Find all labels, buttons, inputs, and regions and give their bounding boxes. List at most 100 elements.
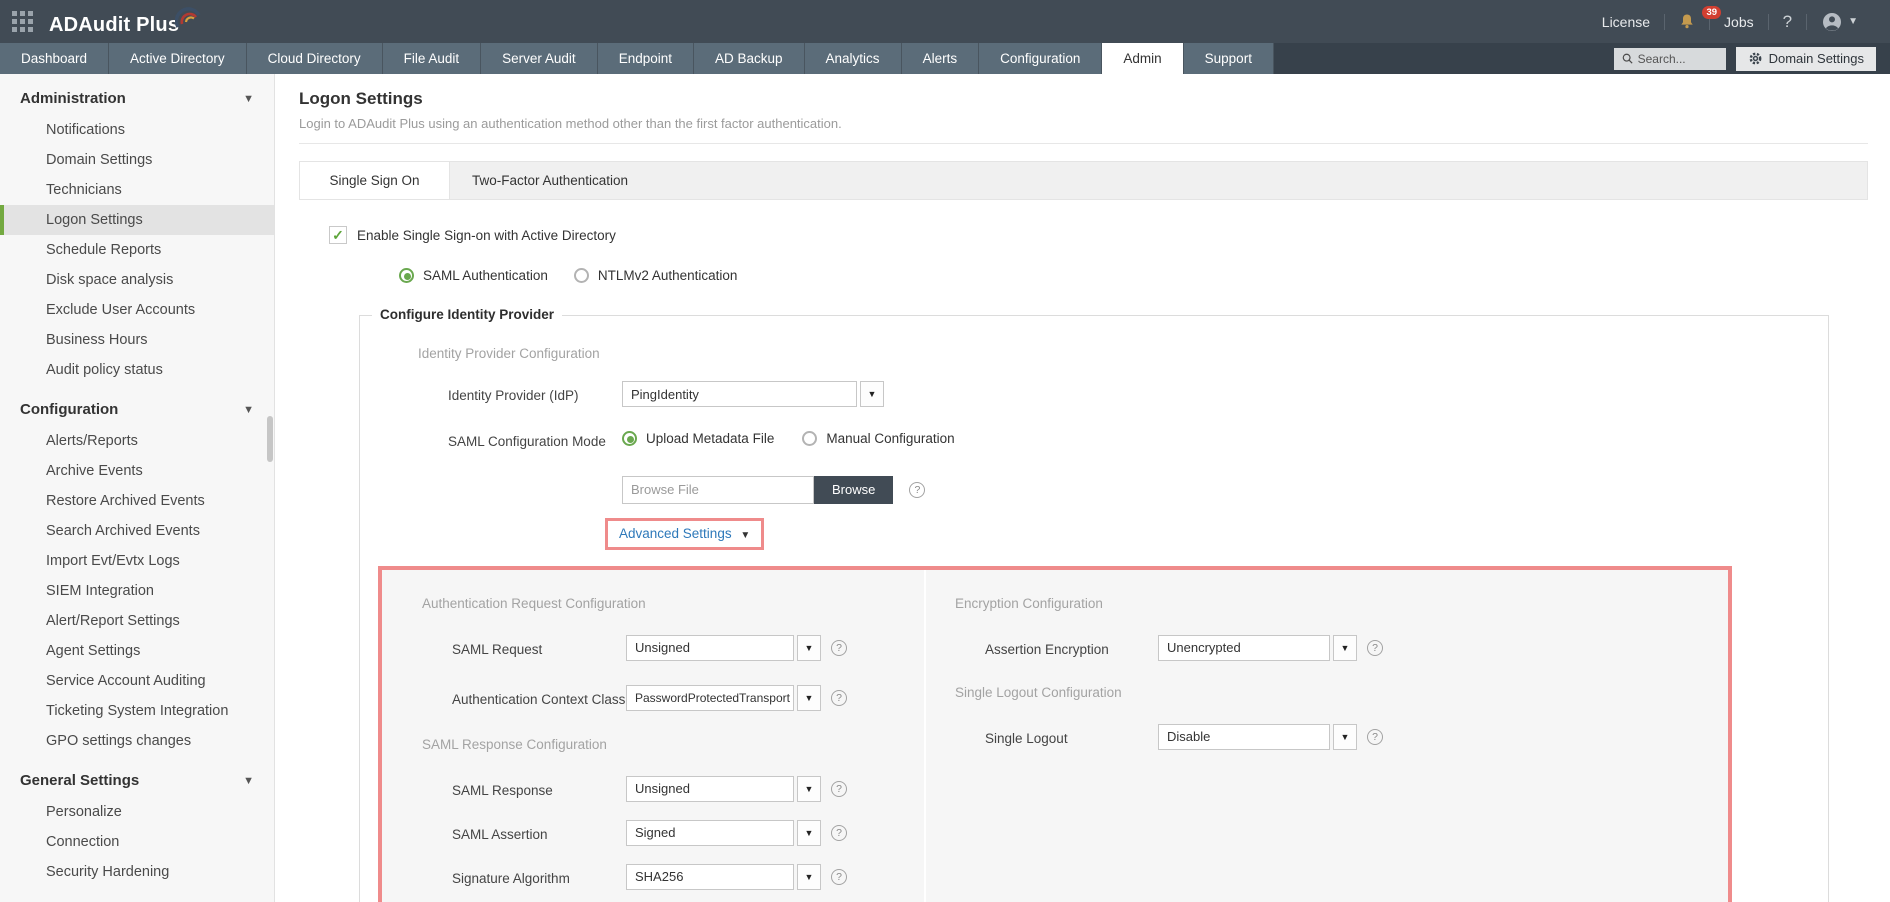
help-icon[interactable]: ? [831,781,847,797]
notifications-button[interactable]: 39 [1665,13,1709,30]
sidebar-item-connection[interactable]: Connection [0,827,274,857]
nav-tab-ad-backup[interactable]: AD Backup [694,43,805,74]
tab-two-factor-authentication[interactable]: Two-Factor Authentication [450,162,650,199]
browse-file-input[interactable] [622,476,814,504]
help-icon[interactable]: ? [1367,640,1383,656]
dropdown-arrow-button[interactable]: ▼ [797,820,821,846]
search-box[interactable] [1614,48,1726,70]
help-icon[interactable]: ? [1367,729,1383,745]
sidebar-item-schedule-reports[interactable]: Schedule Reports [0,235,274,265]
nav-tab-file-audit[interactable]: File Audit [383,43,482,74]
dropdown-arrow-button[interactable]: ▼ [797,685,821,711]
help-icon[interactable]: ? [831,690,847,706]
auth-context-class-select[interactable]: PasswordProtectedTransport ▼ [626,685,821,711]
browse-button[interactable]: Browse [814,476,893,504]
enable-sso-label: Enable Single Sign-on with Active Direct… [357,228,616,243]
idp-configuration-header: Identity Provider Configuration [418,346,1828,361]
sidebar-item-restore-archived-events[interactable]: Restore Archived Events [0,486,274,516]
dropdown-arrow-button[interactable]: ▼ [797,864,821,890]
tab-single-sign-on[interactable]: Single Sign On [300,162,450,199]
dropdown-arrow-button[interactable]: ▼ [1333,635,1357,661]
select-value: PasswordProtectedTransport [626,685,794,711]
sidebar-item-import-evt-evtx-logs[interactable]: Import Evt/Evtx Logs [0,546,274,576]
sidebar-item-domain-settings[interactable]: Domain Settings [0,145,274,175]
sidebar-item-business-hours[interactable]: Business Hours [0,325,274,355]
browse-row: Browse ? [448,476,1828,504]
idp-select[interactable]: PingIdentity ▼ [622,381,884,407]
help-icon[interactable]: ? [831,640,847,656]
nav-tab-cloud-directory[interactable]: Cloud Directory [247,43,383,74]
license-link[interactable]: License [1588,14,1664,30]
sidebar-item-agent-settings[interactable]: Agent Settings [0,636,274,666]
radio-ntlmv2-authentication[interactable]: NTLMv2 Authentication [574,268,738,283]
sidebar-item-alerts-reports[interactable]: Alerts/Reports [0,426,274,456]
sidebar-item-technicians[interactable]: Technicians [0,175,274,205]
search-input[interactable] [1638,52,1718,66]
radio-upload-metadata-file[interactable]: Upload Metadata File [622,431,774,446]
fieldset-legend: Configure Identity Provider [372,307,562,322]
sidebar-section-general-settings[interactable]: General Settings ▼ [0,756,274,797]
logon-settings-tabs: Single Sign On Two-Factor Authentication [299,161,1868,200]
nav-tab-support[interactable]: Support [1184,43,1274,74]
sidebar-item-service-account-auditing[interactable]: Service Account Auditing [0,666,274,696]
radio-saml-authentication[interactable]: SAML Authentication [399,268,548,283]
sidebar-item-audit-policy-status[interactable]: Audit policy status [0,355,274,385]
sidebar-section-administration[interactable]: Administration ▼ [0,74,274,115]
sidebar-item-siem-integration[interactable]: SIEM Integration [0,576,274,606]
signature-algorithm-select[interactable]: SHA256 ▼ [626,864,821,890]
enable-sso-row: ✓ Enable Single Sign-on with Active Dire… [329,226,1868,244]
chevron-down-icon: ▼ [1848,16,1858,27]
sidebar-item-personalize[interactable]: Personalize [0,797,274,827]
nav-tab-alerts[interactable]: Alerts [902,43,980,74]
page-subtitle: Login to ADAudit Plus using an authentic… [299,116,1868,144]
sidebar-scrollbar-thumb[interactable] [267,416,273,462]
radio-selected-icon [622,431,637,446]
advanced-settings-highlight: Advanced Settings ▼ [605,518,764,550]
sidebar-item-gpo-settings-changes[interactable]: GPO settings changes [0,726,274,756]
sidebar-item-exclude-user-accounts[interactable]: Exclude User Accounts [0,295,274,325]
advanced-settings-link[interactable]: Advanced Settings ▼ [619,526,750,541]
nav-tab-endpoint[interactable]: Endpoint [598,43,694,74]
assertion-encryption-select[interactable]: Unencrypted ▼ [1158,635,1357,661]
radio-label: SAML Authentication [423,268,548,283]
encryption-config-header: Encryption Configuration [955,596,1728,611]
sidebar-item-search-archived-events[interactable]: Search Archived Events [0,516,274,546]
dropdown-arrow-button[interactable]: ▼ [1333,724,1357,750]
domain-settings-button[interactable]: Domain Settings [1736,47,1876,71]
sidebar-item-ticketing-system-integration[interactable]: Ticketing System Integration [0,696,274,726]
nav-tab-configuration[interactable]: Configuration [979,43,1102,74]
nav-tab-analytics[interactable]: Analytics [805,43,902,74]
jobs-link[interactable]: Jobs [1710,14,1768,30]
user-menu-button[interactable]: ▼ [1807,11,1872,33]
sidebar-item-logon-settings[interactable]: Logon Settings [0,205,274,235]
single-logout-select[interactable]: Disable ▼ [1158,724,1357,750]
sidebar-item-notifications[interactable]: Notifications [0,115,274,145]
license-label: License [1602,14,1650,30]
auth-context-class-label: Authentication Context Class [452,685,626,710]
dropdown-arrow-button[interactable]: ▼ [797,635,821,661]
select-value: Unsigned [626,776,794,802]
help-icon[interactable]: ? [831,869,847,885]
sidebar-item-security-hardening[interactable]: Security Hardening [0,857,274,887]
apps-grid-icon[interactable] [12,11,33,32]
sidebar-item-alert-report-settings[interactable]: Alert/Report Settings [0,606,274,636]
dropdown-arrow-button[interactable]: ▼ [860,381,884,407]
sidebar-item-archive-events[interactable]: Archive Events [0,456,274,486]
nav-tab-server-audit[interactable]: Server Audit [481,43,598,74]
nav-right-tools: Domain Settings [1614,43,1890,74]
nav-tab-admin[interactable]: Admin [1102,43,1183,74]
saml-response-select[interactable]: Unsigned ▼ [626,776,821,802]
sidebar-item-disk-space-analysis[interactable]: Disk space analysis [0,265,274,295]
dropdown-arrow-button[interactable]: ▼ [797,776,821,802]
nav-tab-active-directory[interactable]: Active Directory [109,43,247,74]
saml-assertion-select[interactable]: Signed ▼ [626,820,821,846]
saml-request-select[interactable]: Unsigned ▼ [626,635,821,661]
nav-tab-dashboard[interactable]: Dashboard [0,43,109,74]
assertion-encryption-label: Assertion Encryption [985,635,1158,660]
help-icon[interactable]: ? [909,482,925,498]
sidebar-section-configuration[interactable]: Configuration ▼ [0,385,274,426]
help-button[interactable]: ? [1769,12,1806,32]
enable-sso-checkbox[interactable]: ✓ [329,226,347,244]
help-icon[interactable]: ? [831,825,847,841]
radio-manual-configuration[interactable]: Manual Configuration [802,431,954,446]
